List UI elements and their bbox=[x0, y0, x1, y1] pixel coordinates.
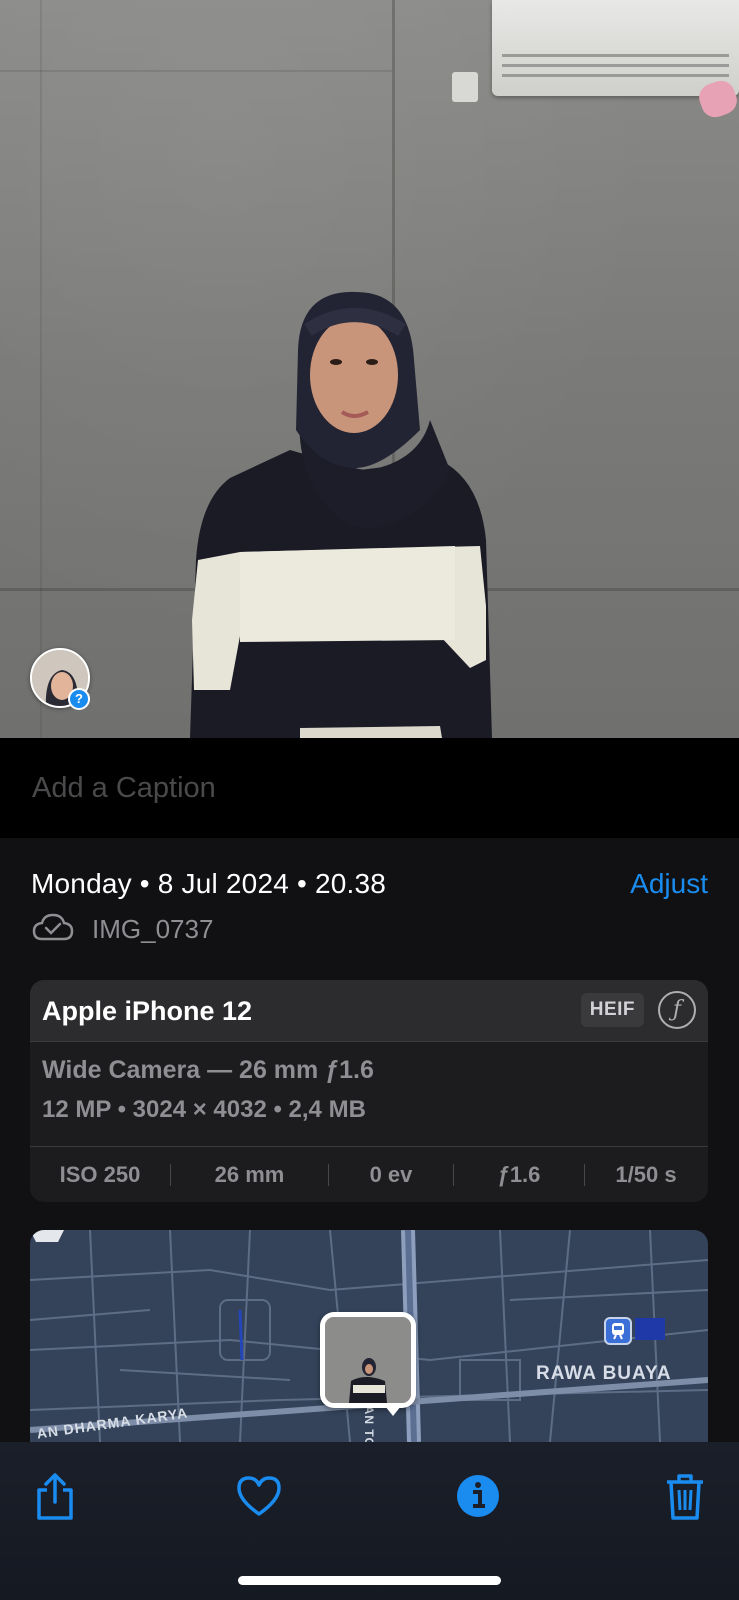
photo-location-pin[interactable] bbox=[320, 1312, 416, 1408]
exif-shutter: 1/50 s bbox=[615, 1161, 677, 1187]
exif-aperture: ƒ1.6 bbox=[497, 1161, 541, 1187]
date-time: Monday • 8 Jul 2024 • 20.38 bbox=[31, 868, 387, 899]
lens-info: Wide Camera — 26 mm ƒ1.6 bbox=[42, 1056, 374, 1084]
resolution-size-info: 12 MP • 3024 × 4032 • 2,4 MB bbox=[42, 1096, 366, 1123]
exif-focal-length: 26 mm bbox=[214, 1161, 285, 1187]
device-name: Apple iPhone 12 bbox=[42, 996, 253, 1026]
train-station-icon bbox=[604, 1317, 632, 1345]
share-icon bbox=[37, 1473, 73, 1520]
device-card: Apple iPhone 12 HEIF ƒ Wide Camera — 26 … bbox=[30, 980, 708, 1202]
aperture-f-icon[interactable]: ƒ bbox=[658, 991, 696, 1029]
format-badge: HEIF bbox=[580, 993, 644, 1027]
info-button[interactable] bbox=[450, 1468, 506, 1524]
caption-area bbox=[0, 738, 739, 838]
adjust-button[interactable]: Adjust bbox=[630, 868, 708, 900]
favorite-button[interactable] bbox=[231, 1468, 287, 1524]
person-subject bbox=[190, 291, 492, 738]
exif-exposure: 0 ev bbox=[369, 1161, 413, 1187]
home-indicator[interactable] bbox=[238, 1576, 501, 1585]
device-header: Apple iPhone 12 HEIF ƒ bbox=[30, 980, 708, 1042]
filename: IMG_0737 bbox=[92, 914, 214, 944]
exif-iso: ISO 250 bbox=[59, 1161, 141, 1187]
info-icon bbox=[457, 1475, 499, 1517]
location-map[interactable]: RAWA BUAYA AN DHARMA KARYA JALAN TO bbox=[30, 1230, 708, 1442]
share-button[interactable] bbox=[27, 1468, 83, 1524]
unknown-person-badge[interactable]: ? bbox=[68, 688, 90, 710]
trash-icon bbox=[667, 1474, 703, 1520]
exif-row: ISO 250 26 mm 0 ev ƒ1.6 1/50 s bbox=[30, 1146, 708, 1202]
pin-photo-thumbnail bbox=[325, 1317, 411, 1403]
map-label-area: RAWA BUAYA bbox=[536, 1363, 672, 1384]
heart-icon bbox=[237, 1476, 281, 1516]
pin-pointer bbox=[385, 1406, 401, 1416]
info-sheet: Monday • 8 Jul 2024 • 20.38 Adjust IMG_0… bbox=[0, 838, 739, 1442]
icloud-check-icon bbox=[32, 913, 74, 941]
photo-viewer[interactable]: ? bbox=[0, 0, 739, 738]
caption-input[interactable] bbox=[32, 768, 632, 808]
delete-button[interactable] bbox=[657, 1468, 713, 1524]
